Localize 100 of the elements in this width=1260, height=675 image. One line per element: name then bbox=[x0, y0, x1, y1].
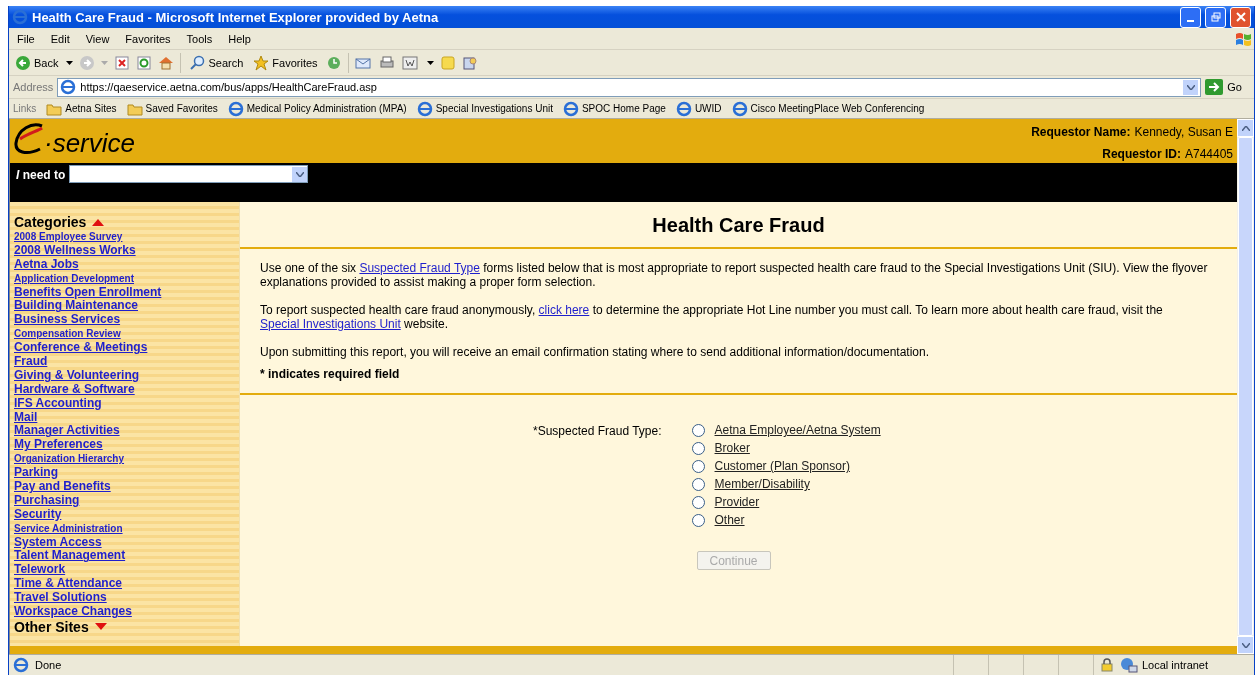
favorites-button[interactable]: Favorites bbox=[251, 53, 320, 72]
category-link[interactable]: Manager Activities bbox=[14, 424, 235, 439]
category-link[interactable]: Compensation Review bbox=[14, 327, 235, 342]
need-to-dropdown[interactable] bbox=[69, 165, 309, 183]
close-icon bbox=[1235, 12, 1246, 22]
category-link[interactable]: Mail bbox=[14, 410, 235, 425]
minimize-icon bbox=[1187, 20, 1194, 22]
category-link[interactable]: Talent Management bbox=[14, 549, 235, 564]
menu-item[interactable]: Help bbox=[220, 32, 259, 45]
category-link[interactable]: Security bbox=[14, 507, 235, 522]
home-icon[interactable] bbox=[158, 54, 175, 71]
category-link[interactable]: 2008 Wellness Works bbox=[14, 243, 235, 258]
categories-heading[interactable]: Categories bbox=[14, 214, 87, 230]
page-icon bbox=[416, 100, 433, 117]
search-button[interactable]: Search bbox=[187, 53, 246, 72]
category-link[interactable]: Giving & Volunteering bbox=[14, 368, 235, 383]
menu-item[interactable]: Favorites bbox=[117, 32, 179, 45]
links-bar-item[interactable]: Medical Policy Administration (MPA) bbox=[227, 100, 407, 117]
expand-arrow-icon[interactable] bbox=[94, 623, 107, 631]
category-link[interactable]: Pay and Benefits bbox=[14, 480, 235, 494]
scrollbar[interactable] bbox=[1237, 119, 1254, 654]
category-link[interactable]: Purchasing bbox=[14, 493, 235, 508]
go-button[interactable]: Go bbox=[1205, 79, 1250, 95]
category-link[interactable]: My Preferences bbox=[14, 438, 235, 453]
dropdown-caret-icon[interactable] bbox=[426, 60, 434, 65]
page-title: Health Care Fraud bbox=[240, 202, 1237, 249]
links-bar-item[interactable]: Cisco MeetingPlace Web Conferencing bbox=[731, 100, 925, 117]
radio-button[interactable] bbox=[691, 513, 705, 527]
category-link[interactable]: Building Maintenance bbox=[14, 299, 235, 314]
stop-icon[interactable] bbox=[114, 54, 131, 71]
text-link[interactable]: Special Investigations Unit bbox=[260, 317, 401, 331]
radio-button[interactable] bbox=[691, 441, 705, 455]
requestor-id-label: Requestor ID: bbox=[1102, 147, 1181, 161]
other-sites-heading[interactable]: Other Sites bbox=[14, 618, 89, 635]
history-icon[interactable] bbox=[325, 54, 342, 71]
dropdown-caret-icon[interactable] bbox=[66, 60, 74, 65]
refresh-icon[interactable] bbox=[136, 54, 153, 71]
intranet-icon bbox=[1120, 657, 1138, 673]
category-link[interactable]: Application Development bbox=[14, 271, 235, 286]
category-link[interactable]: 2008 Employee Survey bbox=[14, 230, 235, 244]
scroll-down-icon[interactable] bbox=[1241, 642, 1250, 648]
address-field[interactable]: https://qaeservice.aetna.com/bus/apps/HealthCareFraud.asp bbox=[57, 77, 1202, 97]
links-bar-item[interactable]: SPOC Home Page bbox=[562, 100, 666, 117]
status-text: Done bbox=[35, 659, 62, 671]
category-link[interactable]: Business Services bbox=[14, 313, 235, 328]
category-link[interactable]: Hardware & Software bbox=[14, 382, 235, 397]
browser-icon bbox=[12, 9, 28, 25]
radio-button[interactable] bbox=[691, 495, 705, 509]
category-link[interactable]: Telework bbox=[14, 563, 235, 578]
requestor-id: A744405 bbox=[1184, 147, 1233, 161]
close-button[interactable] bbox=[1230, 6, 1251, 28]
links-bar-item[interactable]: Aetna Sites bbox=[46, 100, 117, 117]
links-bar-item[interactable]: UWID bbox=[675, 100, 722, 117]
radio-button[interactable] bbox=[691, 477, 705, 491]
option-label[interactable]: Customer (Plan Sponsor) bbox=[714, 459, 850, 473]
edit-icon[interactable] bbox=[400, 54, 421, 71]
collapse-arrow-icon[interactable] bbox=[92, 218, 105, 226]
category-link[interactable]: Organization Hierarchy bbox=[14, 452, 235, 467]
text-link[interactable]: click here bbox=[538, 303, 590, 317]
requestor-name-label: Requestor Name: bbox=[1031, 125, 1131, 139]
category-link[interactable]: IFS Accounting bbox=[14, 396, 235, 411]
menu-item[interactable]: View bbox=[77, 32, 118, 45]
instruction-text: To report suspected health care fraud anonymously, click here to determine the appropriate Hot Line number you must call. To learn more about health care fraud, visit the Special Investigations Unit website. bbox=[260, 303, 1164, 331]
scroll-up-icon[interactable] bbox=[1241, 125, 1250, 131]
star-icon bbox=[253, 54, 270, 71]
restore-button[interactable] bbox=[1205, 6, 1226, 28]
menu-item[interactable]: Tools bbox=[178, 32, 221, 45]
links-bar-item[interactable]: Saved Favorites bbox=[126, 100, 218, 117]
category-link[interactable]: Benefits Open Enrollment bbox=[14, 285, 235, 300]
category-link[interactable]: System Access bbox=[14, 535, 235, 550]
links-label: Links bbox=[13, 103, 37, 114]
category-link[interactable]: Workspace Changes bbox=[14, 605, 235, 619]
print-icon[interactable] bbox=[378, 54, 395, 71]
required-field-note: * indicates required field bbox=[260, 367, 401, 381]
security-zone: Local intranet bbox=[1142, 659, 1209, 671]
option-label[interactable]: Member/Disability bbox=[714, 477, 810, 491]
back-button[interactable]: Back bbox=[13, 53, 61, 72]
category-link[interactable]: Fraud bbox=[14, 355, 235, 369]
radio-button[interactable] bbox=[691, 423, 705, 437]
category-link[interactable]: Aetna Jobs bbox=[14, 257, 235, 272]
category-link[interactable]: Service Administration bbox=[14, 521, 235, 536]
research-icon[interactable] bbox=[461, 54, 478, 71]
links-bar-item[interactable]: Special Investigations Unit bbox=[416, 100, 553, 117]
page-icon bbox=[675, 100, 692, 117]
category-link[interactable]: Travel Solutions bbox=[14, 591, 235, 606]
category-link[interactable]: Time & Attendance bbox=[14, 577, 235, 592]
option-label[interactable]: Other bbox=[714, 513, 745, 527]
menu-item[interactable]: File bbox=[9, 32, 43, 45]
category-link[interactable]: Parking bbox=[14, 466, 235, 481]
page-icon bbox=[731, 100, 748, 117]
menu-item[interactable]: Edit bbox=[42, 32, 78, 45]
minimize-button[interactable] bbox=[1180, 6, 1201, 28]
option-label[interactable]: Aetna Employee/Aetna System bbox=[714, 423, 881, 437]
category-link[interactable]: Conference & Meetings bbox=[14, 341, 235, 355]
radio-button[interactable] bbox=[691, 459, 705, 473]
page-icon bbox=[562, 100, 579, 117]
text-link[interactable]: Suspected Fraud Type bbox=[359, 261, 480, 275]
option-label[interactable]: Broker bbox=[714, 441, 750, 455]
logo-swoosh-icon bbox=[14, 123, 44, 157]
option-label[interactable]: Provider bbox=[714, 495, 760, 509]
